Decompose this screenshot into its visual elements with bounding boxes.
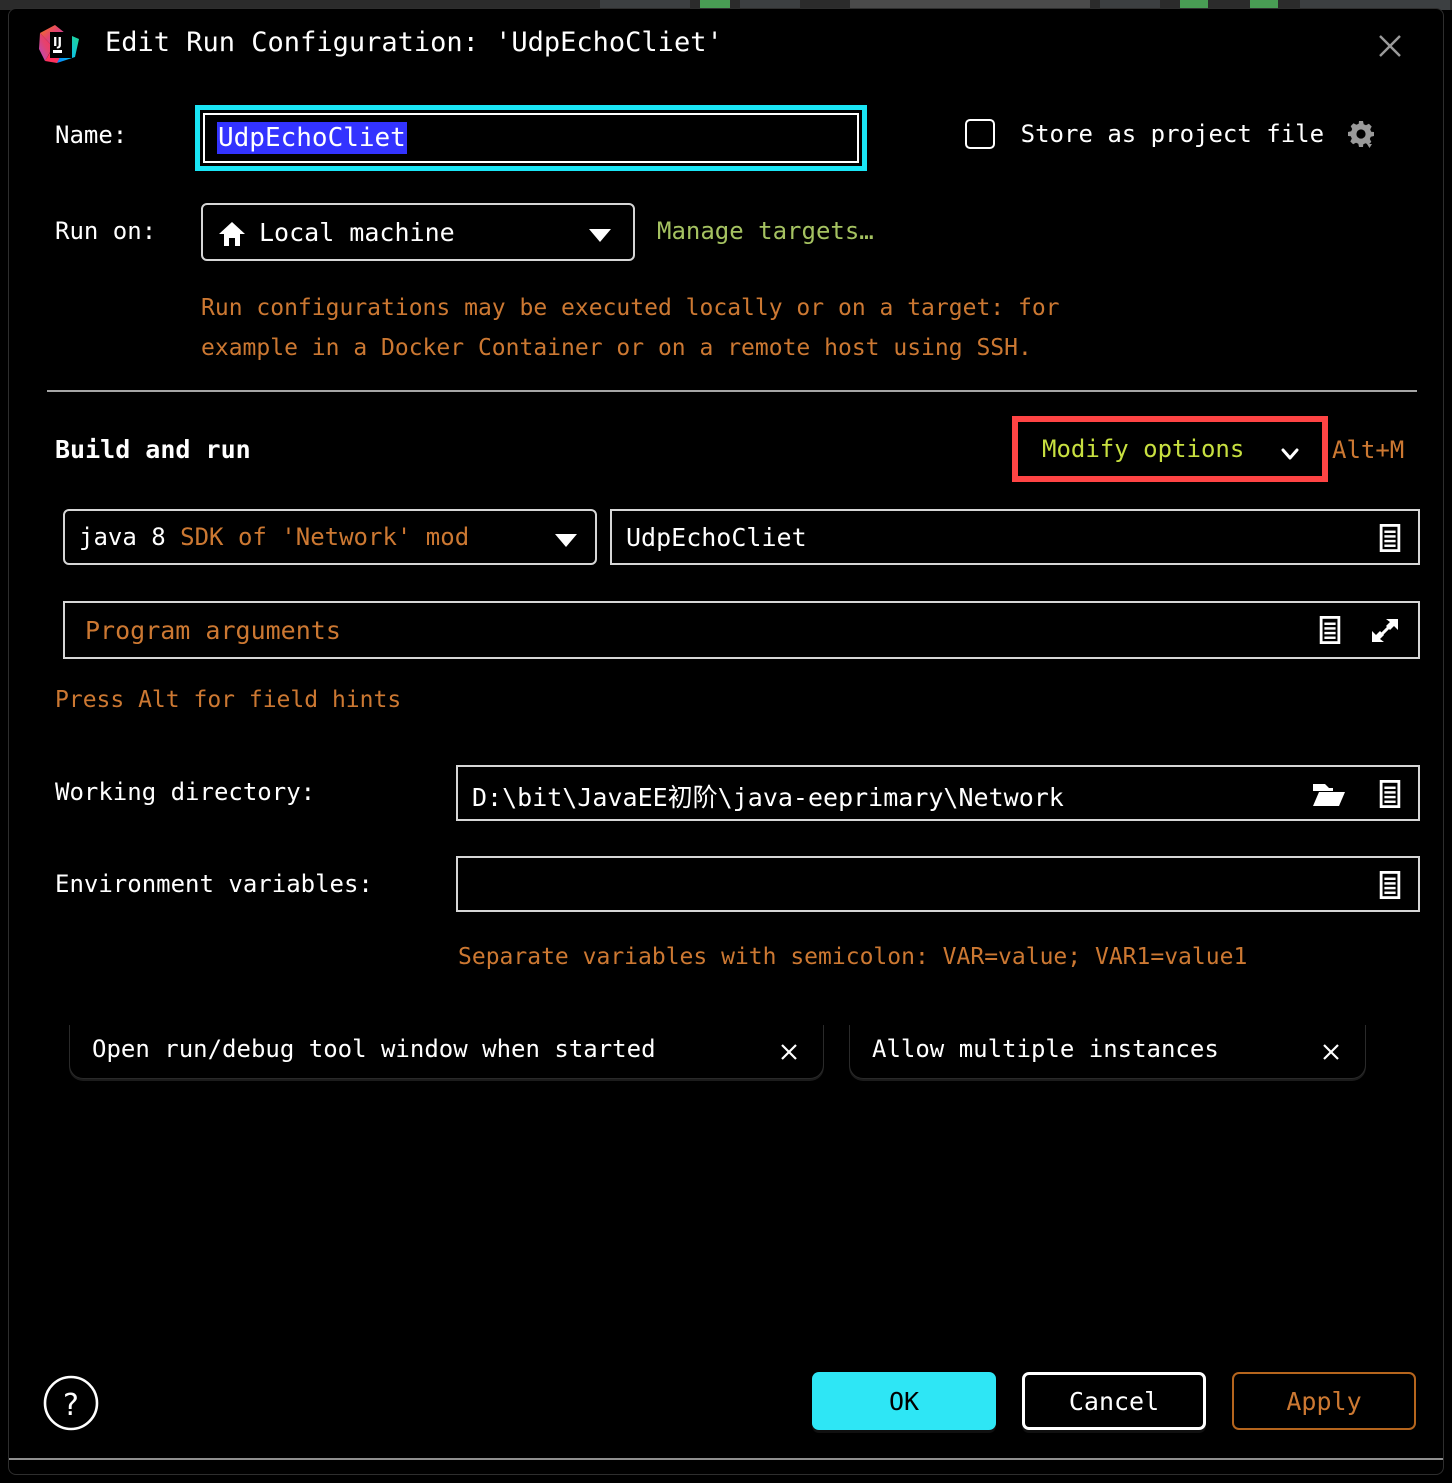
svg-text:IJ: IJ <box>53 35 62 49</box>
list-icon[interactable] <box>1376 870 1404 904</box>
run-on-selected-value: Local machine <box>259 218 455 247</box>
svg-text:?: ? <box>63 1388 79 1423</box>
chevron-down-icon <box>589 229 611 242</box>
name-input[interactable]: UdpEchoCliet <box>203 113 859 163</box>
expand-icon[interactable] <box>1370 616 1400 650</box>
modify-options-shortcut: Alt+M <box>1332 436 1405 464</box>
list-icon[interactable] <box>1376 523 1404 557</box>
chevron-down-icon <box>1280 444 1300 464</box>
option-chip-open-run-debug-tool-window[interactable]: Open run/debug tool window when started <box>69 1025 824 1079</box>
close-icon[interactable] <box>1321 1042 1341 1062</box>
name-input-value: UdpEchoCliet <box>217 121 407 155</box>
sdk-suffix: SDK of 'Network' mod <box>180 523 470 551</box>
cancel-button[interactable]: Cancel <box>1022 1372 1206 1430</box>
apply-button[interactable]: Apply <box>1232 1372 1416 1430</box>
option-chip-label: Allow multiple instances <box>872 1035 1219 1063</box>
environment-variables-hint: Separate variables with semicolon: VAR=v… <box>458 944 1248 970</box>
environment-variables-input[interactable] <box>456 856 1420 912</box>
help-button[interactable]: ? <box>42 1374 100 1432</box>
run-on-row: Run on: Local machine Manage targets… <box>9 203 1443 261</box>
footer-separator <box>9 1458 1443 1460</box>
program-arguments-placeholder: Program arguments <box>85 616 341 645</box>
run-on-hint-line-1: Run configurations may be executed local… <box>201 295 1060 321</box>
sdk-prefix: java 8 <box>79 523 166 551</box>
option-chip-allow-multiple-instances[interactable]: Allow multiple instances <box>849 1025 1366 1079</box>
list-icon[interactable] <box>1316 615 1344 649</box>
name-input-focus-ring: UdpEchoCliet <box>195 105 867 171</box>
dialog-titlebar: IJ Edit Run Configuration: 'UdpEchoCliet… <box>9 9 1443 81</box>
store-as-project-file-group: Store as project file <box>965 119 1376 149</box>
working-directory-value: D:\bit\JavaEE初阶\java-eeprimary\Network <box>472 783 1064 812</box>
run-on-dropdown[interactable]: Local machine <box>201 203 635 261</box>
section-divider <box>47 390 1417 392</box>
modify-options-button[interactable]: Modify options <box>1012 416 1328 482</box>
run-on-hint-line-2: example in a Docker Container or on a re… <box>201 335 1032 361</box>
ok-button[interactable]: OK <box>812 1372 996 1430</box>
edit-run-configuration-dialog: IJ Edit Run Configuration: 'UdpEchoCliet… <box>8 8 1444 1475</box>
dialog-title: Edit Run Configuration: 'UdpEchoCliet' <box>105 27 723 58</box>
gear-icon[interactable] <box>1346 119 1376 149</box>
name-row: Name: UdpEchoCliet Store as project file <box>9 105 1443 175</box>
jre-module-value: java 8 SDK of 'Network' mod <box>79 523 469 551</box>
option-chip-label: Open run/debug tool window when started <box>92 1035 656 1063</box>
working-directory-label: Working directory: <box>55 778 316 806</box>
chevron-down-icon <box>555 534 577 547</box>
manage-targets-link[interactable]: Manage targets… <box>657 217 874 245</box>
main-class-input[interactable]: UdpEchoCliet <box>610 509 1420 565</box>
name-label: Name: <box>55 121 128 149</box>
home-icon <box>217 219 247 249</box>
close-icon[interactable] <box>1375 31 1405 61</box>
working-directory-input[interactable]: D:\bit\JavaEE初阶\java-eeprimary\Network <box>456 765 1420 821</box>
program-arguments-input[interactable]: Program arguments <box>63 601 1420 659</box>
field-hints-text: Press Alt for field hints <box>55 687 402 713</box>
store-as-project-file-label: Store as project file <box>1020 120 1325 148</box>
main-class-value: UdpEchoCliet <box>626 523 807 552</box>
jre-module-dropdown[interactable]: java 8 SDK of 'Network' mod <box>63 509 597 565</box>
environment-variables-label: Environment variables: <box>55 870 373 898</box>
close-icon[interactable] <box>779 1042 799 1062</box>
build-and-run-title: Build and run <box>55 435 251 464</box>
folder-icon[interactable] <box>1312 780 1346 814</box>
list-icon[interactable] <box>1376 779 1404 813</box>
modify-options-label: Modify options <box>1042 435 1245 463</box>
store-as-project-file-checkbox[interactable] <box>965 119 995 149</box>
run-on-label: Run on: <box>55 217 157 245</box>
intellij-idea-logo-icon: IJ <box>35 21 83 69</box>
